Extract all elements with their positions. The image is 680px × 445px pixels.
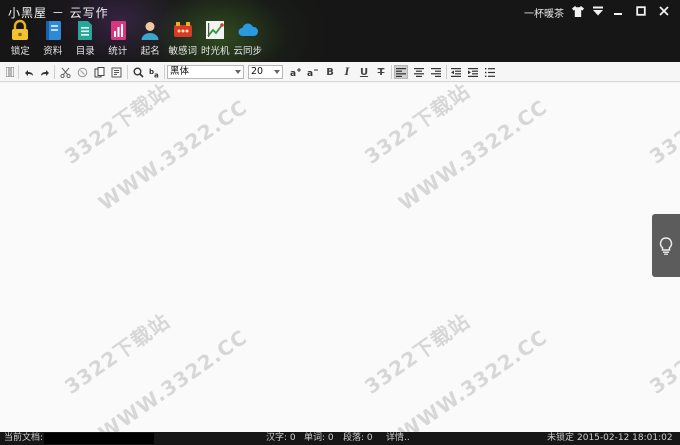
font-family-value: 黑体: [170, 66, 190, 77]
lightbulb-icon: [659, 236, 673, 255]
tool-label: 锁定: [10, 46, 30, 57]
tool-label: 资料: [43, 46, 63, 57]
separator: [127, 65, 128, 79]
separator: [446, 65, 447, 79]
tool-label: 统计: [108, 46, 128, 57]
underline-button[interactable]: U: [357, 65, 371, 79]
separator: [391, 65, 392, 79]
cut-icon[interactable]: [58, 65, 72, 79]
word-count: 单词: 0: [304, 433, 334, 443]
sensitive-words-icon: [172, 19, 194, 41]
current-doc-value: [44, 433, 154, 444]
tool-lock[interactable]: 锁定: [4, 17, 37, 57]
tool-time-machine[interactable]: 时光机: [199, 17, 232, 57]
close-icon[interactable]: [655, 3, 673, 19]
tool-contents[interactable]: 目录: [69, 17, 102, 57]
copy-icon[interactable]: [75, 65, 89, 79]
watermark: 3322下载站: [645, 308, 680, 399]
indent-increase-icon[interactable]: [466, 65, 480, 79]
increase-font-icon[interactable]: a: [289, 65, 303, 79]
svg-text:a: a: [290, 69, 296, 77]
tool-cloud-sync[interactable]: 云同步: [232, 17, 265, 57]
theme-name[interactable]: 一杯暖茶: [524, 5, 564, 20]
paragraph-count: 段落: 0: [343, 433, 373, 443]
align-right-icon[interactable]: [429, 65, 443, 79]
paste-icon[interactable]: [92, 65, 106, 79]
inspiration-tab[interactable]: [652, 214, 680, 277]
current-doc-label: 当前文档:: [4, 433, 44, 443]
maximize-icon[interactable]: [632, 3, 650, 19]
tool-naming[interactable]: 起名: [134, 17, 167, 57]
chevron-down-icon: [235, 70, 241, 74]
status-bar: 当前文档: 汉字: 0 单词: 0 段落: 0 详情.. 未锁定 2015-02…: [0, 432, 680, 445]
font-size-select[interactable]: 20: [248, 65, 283, 79]
title-bar: 小黑屋 － 云写作 一杯暖茶 锁定 资料 目录 统计 起名 敏感词 时光机 云同…: [0, 0, 680, 62]
cloud-icon: [237, 19, 259, 41]
list-icon: [74, 19, 96, 41]
italic-button[interactable]: I: [340, 65, 354, 79]
person-icon: [139, 19, 161, 41]
align-left-icon[interactable]: [394, 65, 408, 79]
tool-label: 敏感词: [168, 46, 197, 57]
stats-icon: [107, 19, 129, 41]
menu-dropdown-icon[interactable]: [589, 3, 607, 19]
separator: [164, 65, 165, 79]
datetime: 2015-02-12 18:01:02: [577, 433, 673, 443]
tool-sensitive-words[interactable]: 敏感词: [167, 17, 200, 57]
minimize-icon[interactable]: [609, 3, 627, 19]
font-size-value: 20: [251, 66, 264, 77]
shirt-skin-icon[interactable]: [569, 3, 587, 19]
redo-icon[interactable]: [38, 65, 52, 79]
watermark: 3322下载站: [645, 78, 680, 169]
strikethrough-button[interactable]: T: [374, 65, 388, 79]
tool-materials[interactable]: 资料: [37, 17, 70, 57]
separator: [18, 65, 19, 79]
align-center-icon[interactable]: [412, 65, 426, 79]
undo-icon[interactable]: [22, 65, 36, 79]
decrease-font-icon[interactable]: a: [306, 65, 320, 79]
char-count: 汉字: 0: [266, 433, 296, 443]
chevron-down-icon: [274, 70, 280, 74]
book-icon: [42, 19, 64, 41]
format-toolbar: ba 黑体 20 a a B I U T: [0, 62, 680, 82]
tool-statistics[interactable]: 统计: [102, 17, 135, 57]
tool-label: 起名: [140, 46, 160, 57]
time-machine-icon: [204, 19, 226, 41]
lock-icon: [9, 19, 31, 41]
tool-label: 目录: [75, 46, 95, 57]
tool-label: 云同步: [233, 46, 262, 57]
details-link[interactable]: 详情..: [386, 432, 410, 445]
main-toolbar: 锁定 资料 目录 统计 起名 敏感词 时光机 云同步: [4, 17, 264, 57]
lock-status: 未锁定: [547, 433, 575, 443]
svg-text:a: a: [307, 69, 313, 77]
editor-area[interactable]: 3322下载站 WWW.3322.CC 3322下载站 WWW.3322.CC …: [0, 79, 680, 445]
bullet-list-icon[interactable]: [483, 65, 497, 79]
paste-plain-icon[interactable]: [109, 65, 123, 79]
toolbar-grip-icon[interactable]: [3, 65, 17, 79]
separator: [54, 65, 55, 79]
tool-label: 时光机: [200, 46, 230, 57]
font-family-select[interactable]: 黑体: [167, 65, 244, 79]
bold-button[interactable]: B: [323, 65, 337, 79]
search-icon[interactable]: [131, 65, 145, 79]
